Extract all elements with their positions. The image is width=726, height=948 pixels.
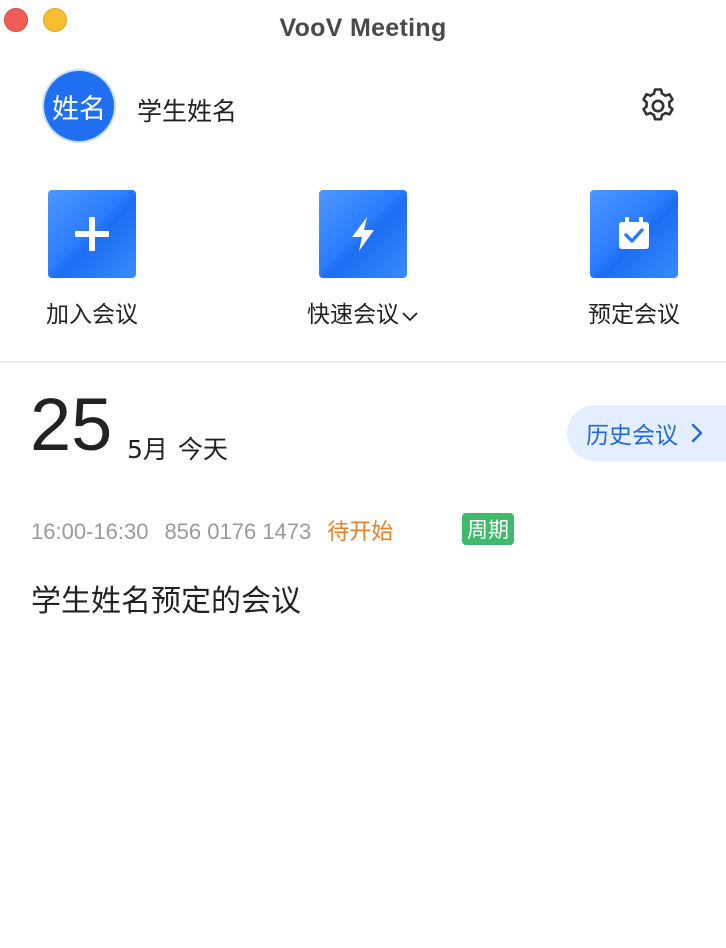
meeting-title: 学生姓名预定的会议 — [31, 584, 301, 619]
quick-meeting-tile[interactable] — [319, 190, 407, 278]
avatar[interactable]: 姓名 — [44, 71, 114, 141]
app-title: VooV Meeting — [279, 14, 447, 42]
meeting-meta: 16:00-16:30 856 0176 1473 待开始 — [31, 514, 393, 546]
quick-meeting-label: 快速会议 — [307, 302, 399, 328]
meeting-id: 856 0176 1473 — [164, 519, 312, 544]
join-meeting-tile[interactable] — [48, 190, 136, 278]
calendar-check-icon — [619, 217, 649, 249]
schedule-meeting-button[interactable]: 预定会议 — [544, 190, 724, 329]
meeting-time: 16:00-16:30 — [31, 519, 149, 544]
schedule-meeting-tile[interactable] — [590, 190, 678, 278]
date-month-today: 5月 今天 — [127, 430, 228, 466]
recurring-tag: 周期 — [462, 513, 514, 545]
lightning-icon — [352, 217, 374, 251]
section-divider — [0, 361, 726, 363]
quick-meeting-button[interactable]: 快速会议 — [273, 190, 453, 329]
meeting-status: 待开始 — [327, 520, 394, 545]
user-name: 学生姓名 — [137, 97, 238, 126]
plus-icon — [75, 217, 109, 251]
date-month: 5月 — [127, 435, 168, 464]
join-meeting-button[interactable]: 加入会议 — [2, 190, 182, 329]
chevron-right-icon — [691, 423, 703, 443]
date-today: 今天 — [177, 435, 228, 464]
join-meeting-label: 加入会议 — [46, 302, 138, 328]
history-meetings-label: 历史会议 — [586, 423, 678, 449]
quick-meeting-label-wrap[interactable]: 快速会议 — [273, 295, 453, 329]
meeting-list-item[interactable]: 16:00-16:30 856 0176 1473 待开始 周期 学生姓名预定的会议 — [0, 500, 726, 630]
gear-icon — [642, 88, 674, 121]
schedule-meeting-label: 预定会议 — [588, 302, 680, 328]
history-meetings-button[interactable]: 历史会议 — [567, 405, 726, 461]
title-bar: VooV Meeting — [0, 0, 726, 60]
chevron-down-icon[interactable] — [401, 309, 419, 323]
avatar-text: 姓名 — [52, 93, 106, 125]
settings-button[interactable] — [638, 86, 678, 126]
date-day: 25 — [30, 383, 113, 466]
